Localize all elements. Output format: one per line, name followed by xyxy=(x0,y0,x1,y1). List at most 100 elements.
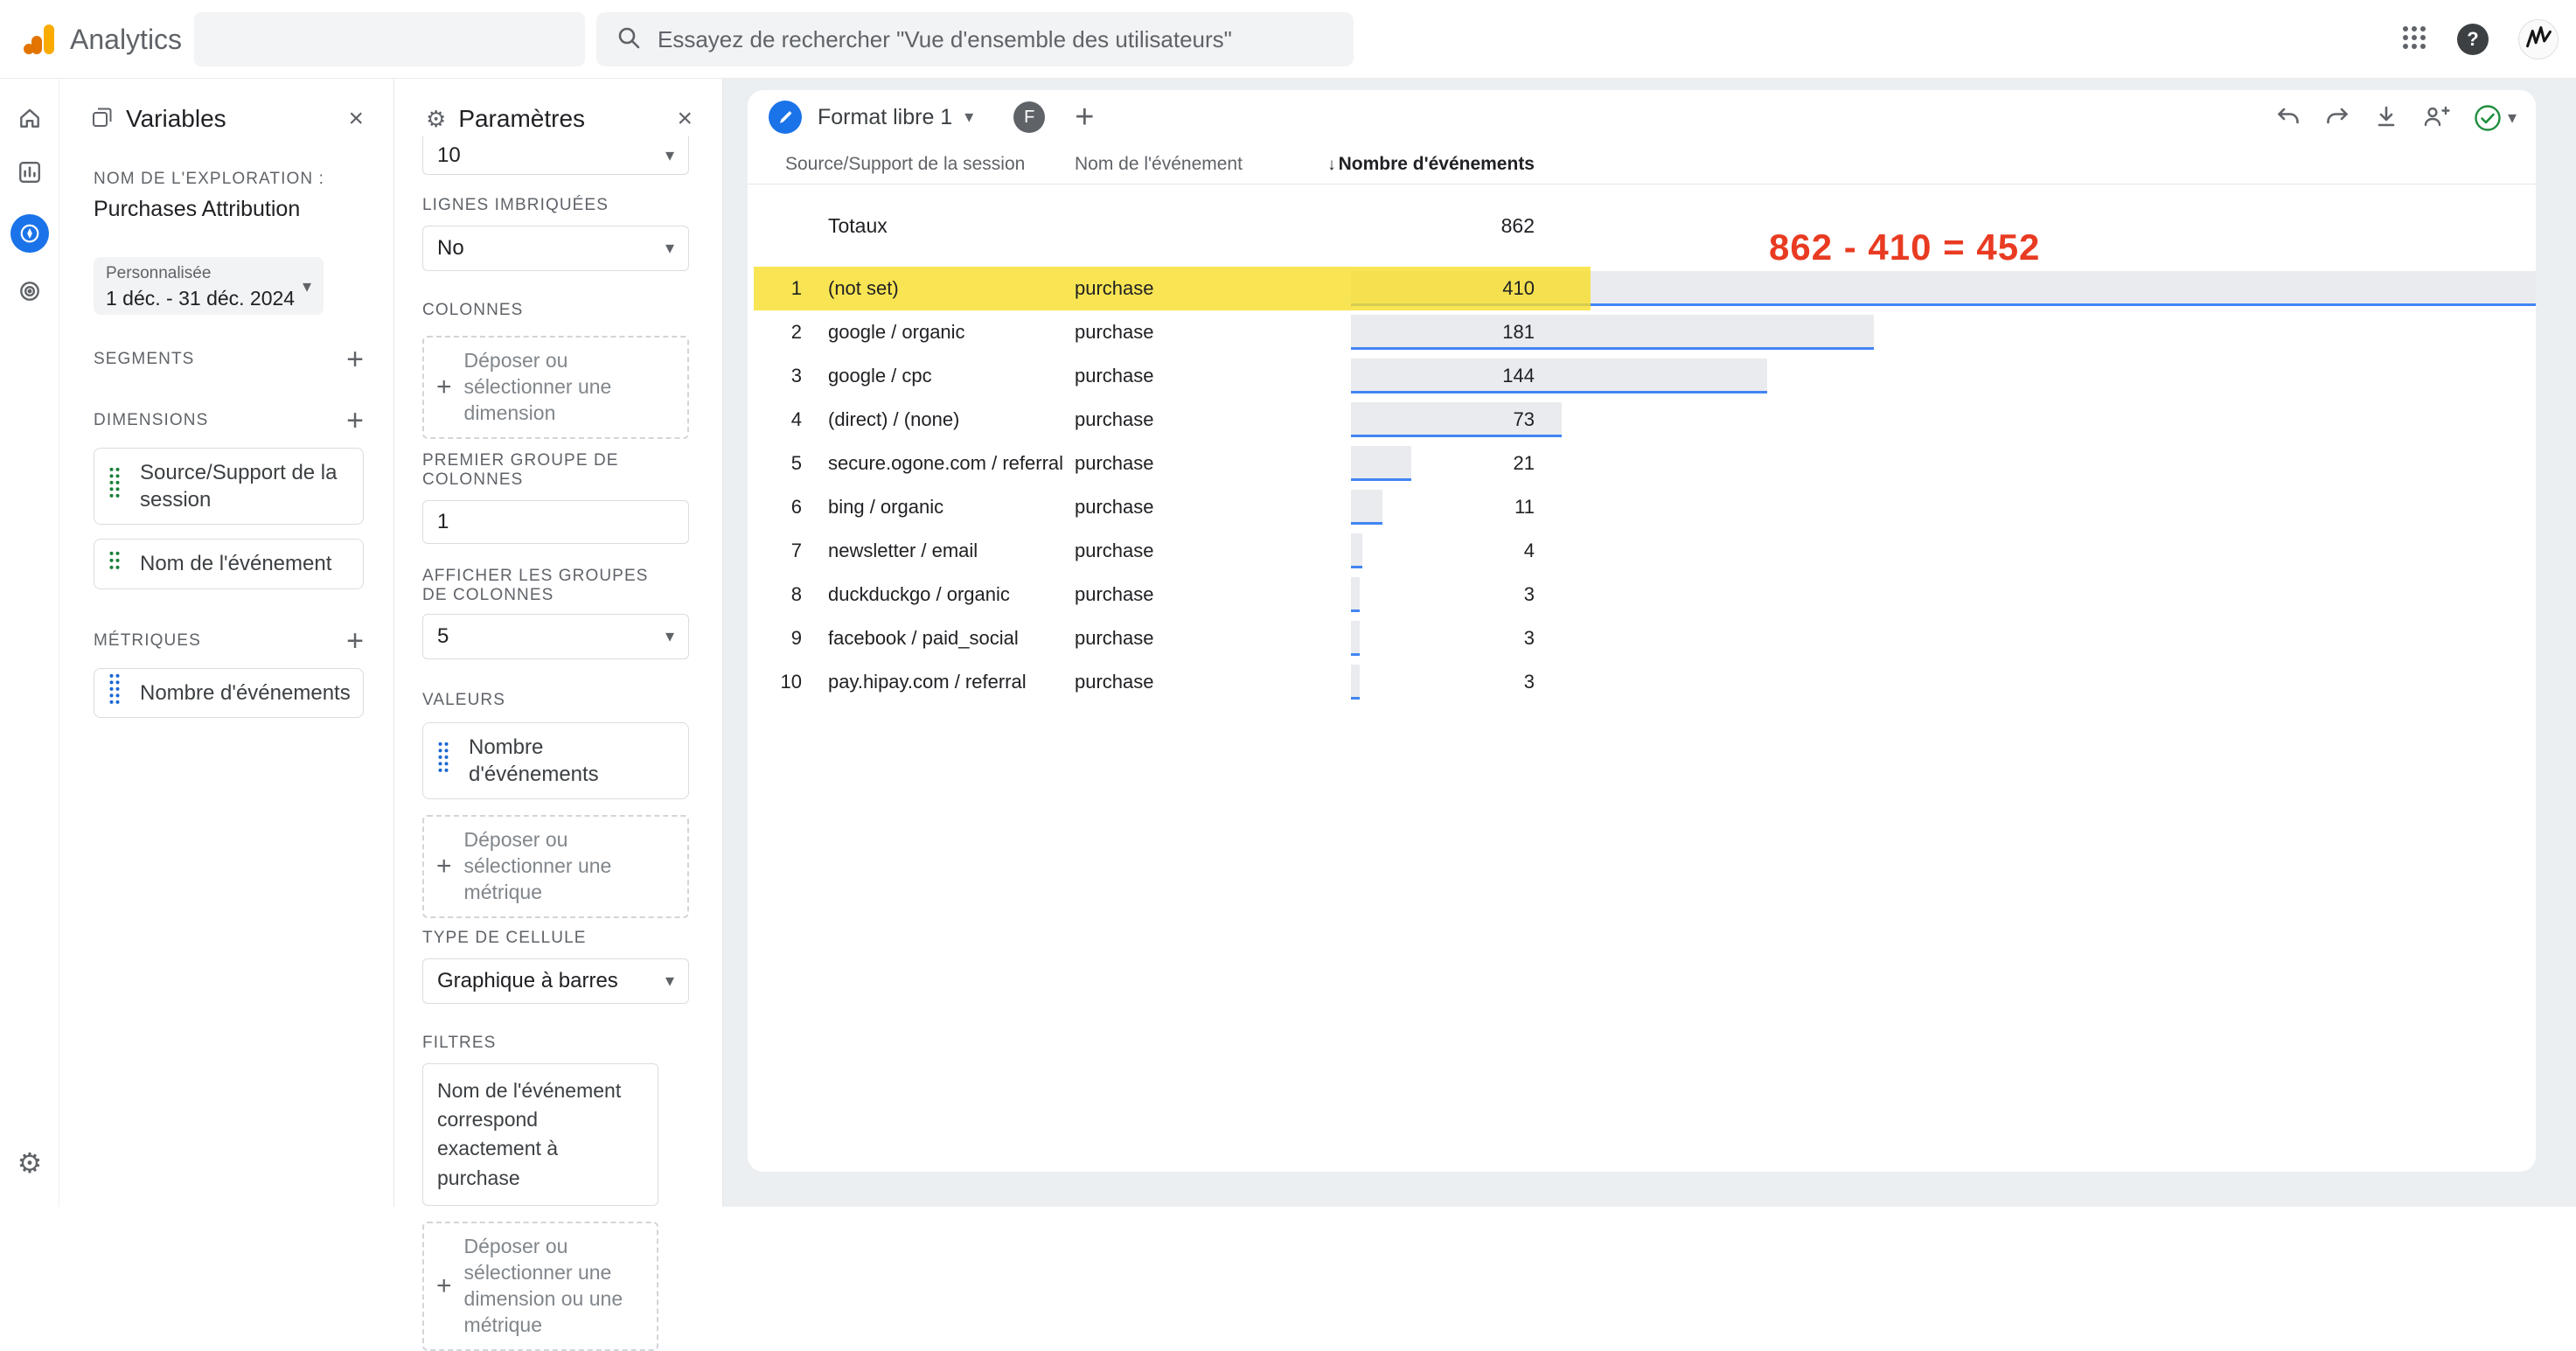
settings-panel-gear-icon: ⚙ xyxy=(426,106,446,133)
totals-label: Totaux xyxy=(828,185,888,267)
column-groups-label: AFFICHER LES GROUPES DE COLONNES xyxy=(422,567,667,605)
reports-icon[interactable] xyxy=(12,155,47,190)
add-icon: + xyxy=(436,374,452,400)
row-value: 410 xyxy=(1502,267,1535,310)
collaborator-avatar[interactable]: F xyxy=(1013,101,1045,133)
row-value: 3 xyxy=(1524,660,1535,704)
home-icon[interactable] xyxy=(12,101,47,136)
exploration-name[interactable]: Purchases Attribution xyxy=(94,196,364,222)
add-icon: + xyxy=(436,1273,452,1299)
help-icon[interactable]: ? xyxy=(2457,24,2489,55)
dimension-chip[interactable]: Nom de l'événement xyxy=(94,539,364,588)
drag-handle-icon[interactable] xyxy=(437,741,449,781)
table-row[interactable]: 3google / cpcpurchase144 xyxy=(748,354,2536,398)
column-groups-select[interactable]: 5 ▾ xyxy=(422,614,689,659)
nested-rows-label: LIGNES IMBRIQUÉES xyxy=(422,196,689,215)
cell-type-value: Graphique à barres xyxy=(437,969,618,993)
annotation-text: 862 - 410 = 452 xyxy=(1769,226,2040,268)
chevron-down-icon[interactable]: ▾ xyxy=(964,108,973,126)
status-check-icon[interactable]: ▾ xyxy=(2473,103,2517,133)
advertising-icon[interactable] xyxy=(12,274,47,309)
row-rank: 1 xyxy=(748,267,802,310)
row-source: bing / organic xyxy=(828,485,943,529)
table-row[interactable]: 10pay.hipay.com / referralpurchase3 xyxy=(748,660,2536,704)
row-event: purchase xyxy=(1075,485,1154,529)
search-icon xyxy=(616,24,642,55)
add-tab-button[interactable]: + xyxy=(1075,101,1094,134)
apps-grid-icon[interactable] xyxy=(2401,24,2427,55)
variables-panel-icon xyxy=(91,106,114,133)
filter-chip-text: Nom de l'événement correspond exactement… xyxy=(437,1079,621,1189)
column-header-event[interactable]: Nom de l'événement xyxy=(1075,144,1243,185)
event-count-bar xyxy=(1351,577,1360,612)
share-users-icon[interactable] xyxy=(2422,104,2450,133)
close-icon[interactable]: × xyxy=(348,106,364,132)
filters-dropzone[interactable]: + Déposer ou sélectionner une dimension … xyxy=(422,1222,658,1351)
first-column-group-label: PREMIER GROUPE DE COLONNES xyxy=(422,451,689,490)
row-source: duckduckgo / organic xyxy=(828,573,1010,616)
metric-chip[interactable]: Nombre d'événements xyxy=(94,668,364,718)
first-column-group-input[interactable]: 1 xyxy=(422,500,689,544)
property-selector[interactable] xyxy=(194,12,585,66)
tab-freeform[interactable]: Format libre 1 xyxy=(818,105,952,130)
table-row[interactable]: 6bing / organicpurchase11 xyxy=(748,485,2536,529)
row-event: purchase xyxy=(1075,267,1154,310)
dimension-chip[interactable]: Source/Support de la session xyxy=(94,448,364,525)
dimension-chip-label: Source/Support de la session xyxy=(140,461,337,512)
tab-settings-panel: ⚙ Paramètres × 10 ▾ LIGNES IMBRIQUÉES No… xyxy=(394,79,723,1207)
table-row[interactable]: 2google / organicpurchase181 xyxy=(748,310,2536,354)
filters-label: FILTRES xyxy=(422,1034,689,1053)
columns-dropzone[interactable]: + Déposer ou sélectionner une dimension xyxy=(422,336,689,439)
event-count-bar xyxy=(1351,446,1411,481)
event-count-bar xyxy=(1351,621,1360,656)
chevron-down-icon: ▾ xyxy=(2508,109,2517,127)
drag-handle-icon[interactable] xyxy=(108,550,121,578)
add-segment-button[interactable]: + xyxy=(346,345,364,374)
app-title: Analytics xyxy=(70,0,182,79)
exploration-canvas: Format libre 1 ▾ F + xyxy=(723,79,2576,1207)
search-bar[interactable] xyxy=(596,12,1354,66)
values-dropzone-text: Déposer ou sélectionner une métrique xyxy=(464,827,675,906)
search-input[interactable] xyxy=(658,26,1322,53)
close-icon[interactable]: × xyxy=(677,106,693,132)
download-icon[interactable] xyxy=(2373,104,2399,133)
user-avatar[interactable] xyxy=(2518,19,2559,59)
table-row[interactable]: 8duckduckgo / organicpurchase3 xyxy=(748,573,2536,616)
explore-icon[interactable] xyxy=(10,214,49,253)
table-row[interactable]: 5secure.ogone.com / referralpurchase21 xyxy=(748,442,2536,485)
filter-chip[interactable]: Nom de l'événement correspond exactement… xyxy=(422,1063,658,1206)
row-source: (direct) / (none) xyxy=(828,398,959,442)
add-metric-button[interactable]: + xyxy=(346,626,364,656)
chevron-down-icon: ▾ xyxy=(665,147,674,164)
redo-icon[interactable] xyxy=(2324,104,2350,133)
table-row[interactable]: 4(direct) / (none)purchase73 xyxy=(748,398,2536,442)
undo-icon[interactable] xyxy=(2275,104,2301,133)
row-rank: 3 xyxy=(748,354,802,398)
cell-type-select[interactable]: Graphique à barres ▾ xyxy=(422,958,689,1004)
column-header-count[interactable]: ↓Nombre d'événements xyxy=(1327,144,1535,185)
metric-chip-label: Nombre d'événements xyxy=(140,681,351,705)
add-dimension-button[interactable]: + xyxy=(346,406,364,435)
totals-row: Totaux 862 xyxy=(748,185,2536,267)
edit-pencil-icon[interactable] xyxy=(769,101,802,134)
value-chip[interactable]: Nombre d'événements xyxy=(422,722,689,799)
table-row[interactable]: 1(not set)purchase410 xyxy=(748,267,2536,310)
row-value: 181 xyxy=(1502,310,1535,354)
table-row[interactable]: 9facebook / paid_socialpurchase3 xyxy=(748,616,2536,660)
analytics-logo-icon xyxy=(19,19,59,59)
settings-gear-icon[interactable]: ⚙ xyxy=(12,1146,47,1180)
first-column-group-value: 1 xyxy=(437,510,449,534)
row-value: 3 xyxy=(1524,616,1535,660)
drag-handle-icon[interactable] xyxy=(108,672,121,713)
event-count-bar xyxy=(1351,359,1767,393)
row-source: secure.ogone.com / referral xyxy=(828,442,1063,485)
rows-per-page-select[interactable]: 10 ▾ xyxy=(422,136,689,175)
drag-handle-icon[interactable] xyxy=(108,466,121,506)
row-event: purchase xyxy=(1075,573,1154,616)
exploration-name-label: NOM DE L'EXPLORATION : xyxy=(94,170,364,189)
values-dropzone[interactable]: + Déposer ou sélectionner une métrique xyxy=(422,815,689,918)
nested-rows-select[interactable]: No ▾ xyxy=(422,226,689,271)
date-range-selector[interactable]: Personnalisée 1 déc. - 31 déc. 2024 ▾ xyxy=(94,257,324,315)
column-header-source[interactable]: Source/Support de la session xyxy=(785,144,1025,185)
table-row[interactable]: 7newsletter / emailpurchase4 xyxy=(748,529,2536,573)
